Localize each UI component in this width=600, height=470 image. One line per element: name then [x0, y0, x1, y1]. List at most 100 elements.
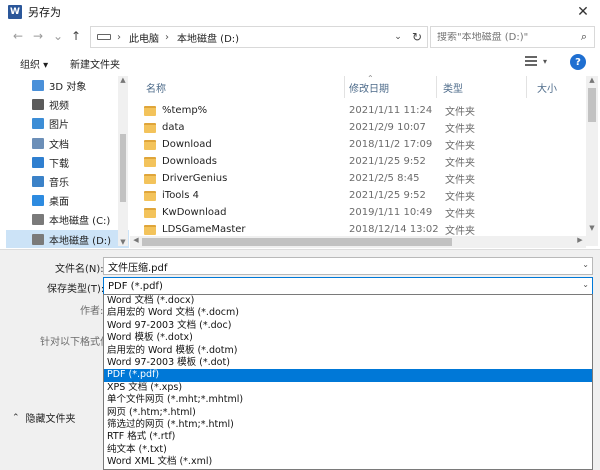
drive-icon — [97, 34, 111, 40]
hide-folders-label: 隐藏文件夹 — [25, 414, 76, 425]
column-divider[interactable] — [436, 76, 437, 98]
column-header-name[interactable]: 名称 — [146, 80, 166, 95]
folder-icon — [144, 139, 156, 150]
address-bar[interactable]: › 此电脑 › 本地磁盘 (D:) ⌄ ↻ — [90, 26, 428, 48]
filetype-option[interactable]: XPS 文档 (*.xps) — [104, 382, 592, 394]
scrollbar-thumb[interactable] — [142, 238, 452, 246]
file-list-row[interactable]: KwDownload 2019/1/11 10:49 文件夹 — [144, 204, 584, 221]
column-header-size[interactable]: 大小 — [537, 80, 557, 95]
sidebar-item[interactable]: 本地磁盘 (C:) — [6, 210, 129, 229]
filetype-option[interactable]: 网页 (*.htm;*.html) — [104, 407, 592, 419]
scrollbar-thumb[interactable] — [588, 88, 596, 122]
sidebar-item-icon — [32, 118, 44, 130]
chevron-down-icon: ⌄ — [52, 29, 64, 43]
scroll-up-icon[interactable]: ▲ — [118, 76, 128, 84]
sidebar-item[interactable]: 视频 — [6, 95, 129, 114]
filetype-option[interactable]: Word 文档 (*.docx) — [104, 295, 592, 307]
organize-menu-button[interactable]: 组织 ▾ — [20, 56, 48, 71]
filetype-selected-value[interactable]: PDF (*.pdf) — [108, 281, 163, 292]
sidebar-item[interactable]: 下载 — [6, 153, 129, 172]
scroll-up-icon[interactable]: ▲ — [586, 76, 598, 84]
sidebar-item[interactable]: 音乐 — [6, 172, 129, 191]
filetype-option[interactable]: 启用宏的 Word 模板 (*.dotm) — [104, 345, 592, 357]
scroll-right-icon[interactable]: ▶ — [574, 236, 586, 244]
breadcrumb-this-pc[interactable]: 此电脑 — [129, 30, 159, 45]
recent-locations-button[interactable]: ⌄ — [50, 28, 66, 44]
sidebar-item-icon — [32, 156, 44, 168]
file-list-row[interactable]: Download 2018/11/2 17:09 文件夹 — [144, 136, 584, 153]
folder-icon — [144, 207, 156, 218]
help-icon[interactable]: ? — [570, 54, 586, 70]
back-button[interactable]: ← — [10, 28, 26, 44]
filetype-option[interactable]: PDF (*.pdf) — [104, 369, 592, 382]
file-name: LDSGameMaster — [162, 224, 246, 235]
file-date: 2018/11/2 17:09 — [349, 139, 433, 150]
scroll-left-icon[interactable]: ◀ — [130, 236, 142, 244]
column-divider[interactable] — [344, 76, 345, 98]
scroll-down-icon[interactable]: ▼ — [586, 224, 598, 232]
back-arrow-icon: ← — [12, 29, 24, 43]
filename-label: 文件名(N): — [55, 264, 104, 275]
hide-folders-toggle[interactable]: ⌃ 隐藏文件夹 — [12, 410, 76, 426]
file-list-row[interactable]: iTools 4 2021/1/25 9:52 文件夹 — [144, 187, 584, 204]
file-name: Downloads — [162, 156, 217, 167]
search-input[interactable] — [437, 31, 574, 43]
filetype-option[interactable]: 筛选过的网页 (*.htm;*.html) — [104, 419, 592, 431]
sidebar-item[interactable]: 3D 对象 — [6, 76, 129, 95]
filetype-option[interactable]: Word 97-2003 模板 (*.dot) — [104, 357, 592, 369]
filetype-option[interactable]: 启用宏的 Word 文档 (*.docm) — [104, 307, 592, 319]
file-list-row[interactable]: data 2021/2/9 10:07 文件夹 — [144, 119, 584, 136]
author-label: 作者: — [80, 306, 104, 317]
breadcrumb-separator[interactable]: › — [117, 32, 121, 43]
filetype-option[interactable]: 纯文本 (*.txt) — [104, 444, 592, 456]
refresh-icon[interactable]: ↻ — [407, 30, 427, 44]
filetype-select[interactable]: PDF (*.pdf) ⌄ — [103, 277, 593, 295]
column-header-date[interactable]: 修改日期 — [349, 80, 389, 95]
address-history-button[interactable]: ⌄ — [389, 32, 407, 42]
filetype-option[interactable]: 单个文件网页 (*.mht;*.mhtml) — [104, 394, 592, 406]
up-button[interactable]: ↑ — [68, 28, 84, 44]
navigation-pane-scrollbar[interactable]: ▲ ▼ — [118, 76, 128, 246]
scrollbar-thumb[interactable] — [120, 134, 126, 202]
column-header-type[interactable]: 类型 — [443, 80, 463, 95]
close-button[interactable]: ✕ — [572, 2, 594, 22]
title-bar: W 另存为 ✕ — [0, 0, 600, 24]
filetype-option[interactable]: Word 97-2003 文档 (*.doc) — [104, 320, 592, 332]
sidebar-item[interactable]: 本地磁盘 (D:) — [6, 229, 129, 248]
file-list-horizontal-scrollbar[interactable]: ◀ ▶ — [130, 236, 586, 248]
filename-value[interactable]: 文件压缩.pdf — [108, 259, 167, 274]
breadcrumb-separator[interactable]: › — [165, 32, 169, 43]
sidebar-item-icon — [32, 137, 44, 149]
column-divider[interactable] — [526, 76, 527, 98]
file-type: 文件夹 — [445, 209, 475, 220]
sidebar-item-icon — [32, 99, 44, 111]
forward-button[interactable]: → — [30, 28, 46, 44]
file-type: 文件夹 — [445, 107, 475, 118]
file-date: 2021/1/25 9:52 — [349, 190, 426, 201]
file-list-row[interactable]: Downloads 2021/1/25 9:52 文件夹 — [144, 153, 584, 170]
view-options-dropdown[interactable]: ▾ — [543, 57, 547, 66]
save-as-dialog: W 另存为 ✕ ← → ⌄ ↑ › 此电脑 › 本地磁盘 (D:) ⌄ ↻ 搜索… — [0, 0, 600, 470]
sidebar-item[interactable]: 文档 — [6, 134, 129, 153]
file-list-row[interactable]: %temp% 2021/1/11 11:24 文件夹 — [144, 102, 584, 119]
chevron-down-icon[interactable]: ⌄ — [582, 260, 589, 269]
search-icon[interactable]: ⌕ — [574, 30, 594, 44]
filename-field[interactable]: 文件压缩.pdf ⌄ — [103, 257, 593, 275]
optimize-label: 针对以下格式优 — [40, 337, 110, 348]
search-box[interactable]: ⌕ — [430, 26, 595, 48]
filetype-option[interactable]: Word XML 文档 (*.xml) — [104, 456, 592, 468]
breadcrumb-local-disk-d[interactable]: 本地磁盘 (D:) — [177, 30, 239, 45]
sidebar-item-label: 图片 — [49, 120, 69, 132]
sidebar-item[interactable]: 桌面 — [6, 191, 129, 210]
filetype-option[interactable]: Word 模板 (*.dotx) — [104, 332, 592, 344]
file-list-vertical-scrollbar[interactable]: ▲ ▼ — [586, 76, 598, 246]
scroll-down-icon[interactable]: ▼ — [118, 238, 128, 246]
filetype-option[interactable]: RTF 格式 (*.rtf) — [104, 431, 592, 443]
sidebar-item[interactable]: 图片 — [6, 114, 129, 133]
new-folder-button[interactable]: 新建文件夹 — [70, 56, 120, 71]
view-options-icon[interactable] — [525, 56, 539, 68]
chevron-down-icon[interactable]: ⌄ — [582, 280, 589, 289]
file-date: 2019/1/11 10:49 — [349, 207, 433, 218]
file-list-row[interactable]: DriverGenius 2021/2/5 8:45 文件夹 — [144, 170, 584, 187]
forward-arrow-icon: → — [32, 29, 44, 43]
